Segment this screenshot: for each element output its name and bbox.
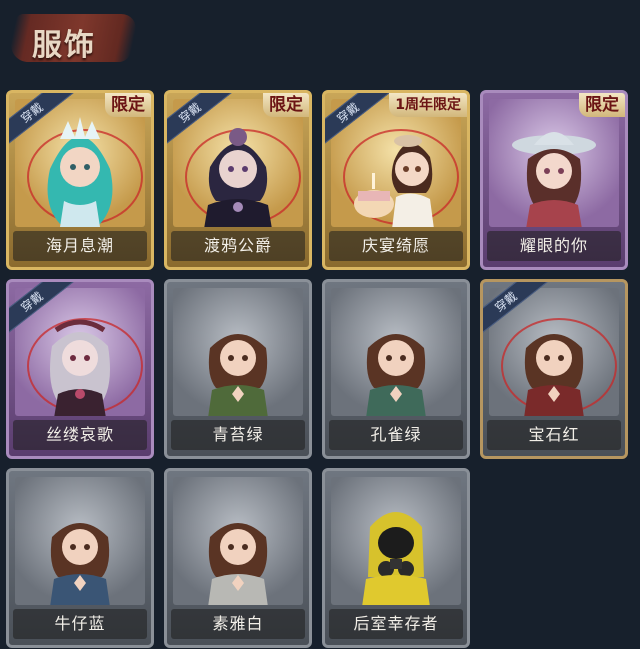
outfit-card-silv[interactable]: 穿戴 丝缕哀歌 <box>6 279 154 459</box>
limited-tag: 限定 <box>105 93 151 117</box>
portrait-frame <box>15 477 145 605</box>
outfit-card-qingyan[interactable]: 穿戴 1周年限定 庆宴绮愿 <box>322 90 470 270</box>
portrait-frame <box>173 477 303 605</box>
outfit-name: 渡鸦公爵 <box>171 231 305 261</box>
outfit-card-duya[interactable]: 穿戴 限定 渡鸦公爵 <box>164 90 312 270</box>
outfit-card-haiyue[interactable]: 穿戴 限定 海月息潮 <box>6 90 154 270</box>
portrait-frame <box>331 288 461 416</box>
outfit-card-yaoyan[interactable]: 限定 耀眼的你 <box>480 90 628 270</box>
outfit-name: 孔雀绿 <box>329 420 463 450</box>
character-portrait-icon <box>512 132 596 227</box>
section-title: 服饰 <box>32 28 96 63</box>
hazmat-survivor-icon <box>362 512 430 605</box>
outfit-name: 青苔绿 <box>171 420 305 450</box>
portrait-frame <box>489 99 619 227</box>
outfit-card-suya[interactable]: 素雅白 <box>164 468 312 648</box>
character-portrait-icon <box>208 334 268 416</box>
outfit-card-houshi[interactable]: 后室幸存者 <box>322 468 470 648</box>
character-portrait-icon <box>50 523 110 605</box>
outfit-name: 素雅白 <box>171 609 305 639</box>
outfit-card-qingtai[interactable]: 青苔绿 <box>164 279 312 459</box>
portrait-frame <box>331 477 461 605</box>
outfit-name: 耀眼的你 <box>487 231 621 261</box>
outfit-name: 庆宴绮愿 <box>329 231 463 261</box>
outfit-card-baoshi[interactable]: 穿戴 宝石红 <box>480 279 628 459</box>
outfit-card-niuzai[interactable]: 牛仔蓝 <box>6 468 154 648</box>
limited-tag: 限定 <box>579 93 625 117</box>
character-portrait-icon <box>47 117 113 227</box>
character-portrait-icon <box>204 128 272 227</box>
character-portrait-icon <box>208 523 268 605</box>
section-header: 服饰 <box>0 0 640 80</box>
outfit-name: 宝石红 <box>487 420 621 450</box>
character-portrait-icon <box>50 319 110 416</box>
portrait-frame <box>173 288 303 416</box>
limited-tag: 限定 <box>263 93 309 117</box>
anniversary-limited-tag: 1周年限定 <box>389 93 467 117</box>
character-portrait-icon <box>354 135 434 227</box>
outfit-name: 后室幸存者 <box>329 609 463 639</box>
outfit-card-kongque[interactable]: 孔雀绿 <box>322 279 470 459</box>
outfit-name: 牛仔蓝 <box>13 609 147 639</box>
character-portrait-icon <box>524 334 584 416</box>
outfit-name: 海月息潮 <box>13 231 147 261</box>
character-portrait-icon <box>366 334 426 416</box>
outfit-name: 丝缕哀歌 <box>13 420 147 450</box>
